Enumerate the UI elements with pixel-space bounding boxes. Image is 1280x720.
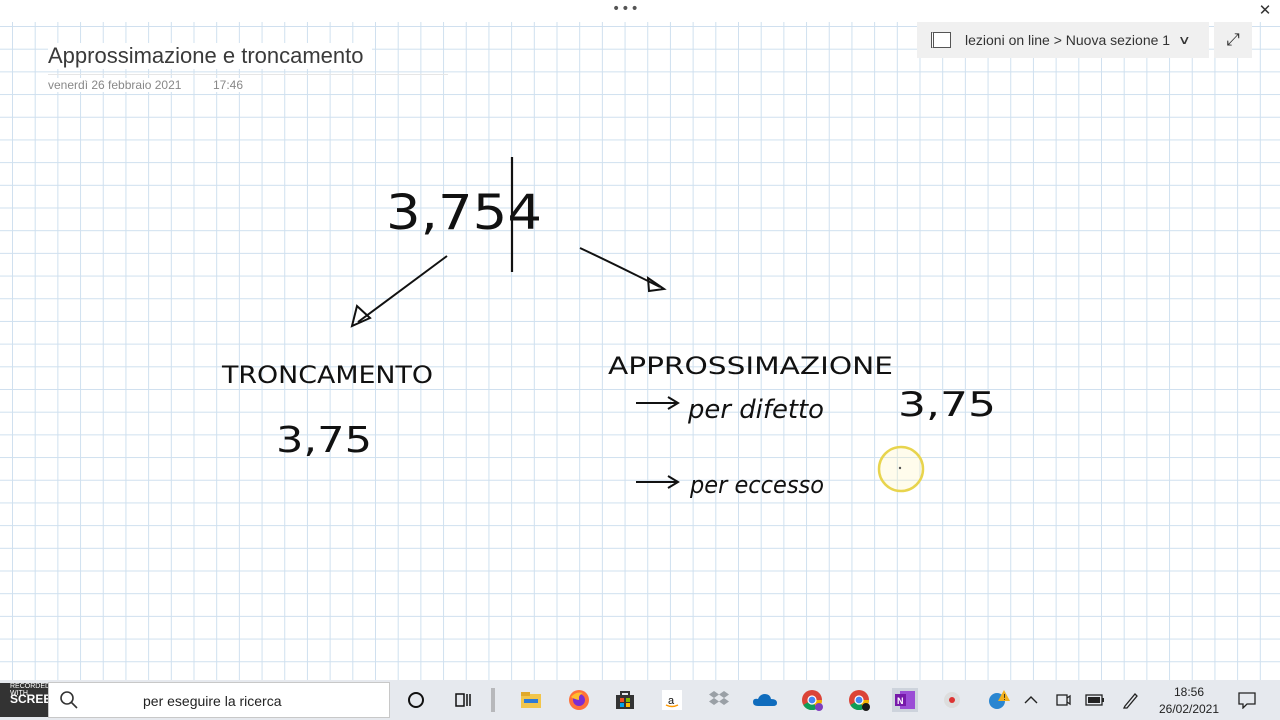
note-canvas[interactable] (0, 22, 1280, 680)
notifications-icon[interactable] (1234, 688, 1260, 712)
window-titlebar: ••• ✕ (0, 0, 1280, 22)
search-placeholder: per eseguire la ricerca (143, 693, 282, 709)
file-explorer-icon[interactable] (518, 688, 544, 712)
page-time: 17:46 (213, 78, 244, 92)
pen-workspace-icon[interactable] (1118, 688, 1144, 712)
expand-button[interactable]: ⤢ (1214, 22, 1252, 58)
dropbox-icon[interactable] (706, 688, 732, 712)
amazon-icon[interactable]: a (659, 688, 685, 712)
onenote-icon[interactable]: N (892, 688, 918, 712)
task-view-icon[interactable] (450, 688, 476, 712)
search-icon (60, 691, 78, 709)
record-icon[interactable] (939, 688, 965, 712)
notebook-icon (931, 32, 951, 48)
taskbar-separator (490, 688, 496, 712)
firefox-icon[interactable] (566, 688, 592, 712)
chrome-icon[interactable] (799, 688, 825, 712)
store-icon[interactable] (612, 688, 638, 712)
battery-icon[interactable] (1082, 688, 1108, 712)
page-date: venerdì 26 febbraio 2021 (48, 78, 182, 92)
page-title[interactable]: Approssimazione e troncamento (48, 43, 372, 69)
meet-now-icon[interactable] (1050, 688, 1076, 712)
svg-text:N: N (897, 696, 904, 706)
more-options-icon[interactable]: ••• (612, 1, 640, 17)
security-warning-icon[interactable]: ! (986, 688, 1012, 712)
svg-text:a: a (668, 695, 675, 707)
clock-time: 18:56 (1173, 685, 1205, 699)
taskbar-search-input[interactable]: per eseguire la ricerca (48, 682, 390, 718)
cortana-icon[interactable] (403, 688, 429, 712)
chrome-profile-icon[interactable] (846, 688, 872, 712)
clock-date: 26/02/2021 (1158, 702, 1220, 716)
onedrive-icon[interactable] (752, 688, 778, 712)
title-divider (48, 74, 448, 75)
breadcrumb-text: lezioni on line > Nuova sezione 1 (965, 32, 1171, 48)
close-button[interactable]: ✕ (1256, 0, 1274, 20)
svg-text:!: ! (1003, 693, 1006, 702)
taskbar-clock[interactable]: 18:56 26/02/2021 (1150, 684, 1228, 718)
chevron-up-icon[interactable] (1018, 688, 1044, 712)
section-breadcrumb[interactable]: lezioni on line > Nuova sezione 1 ∨ (917, 22, 1209, 58)
chevron-down-icon[interactable]: ∨ (1178, 33, 1191, 47)
